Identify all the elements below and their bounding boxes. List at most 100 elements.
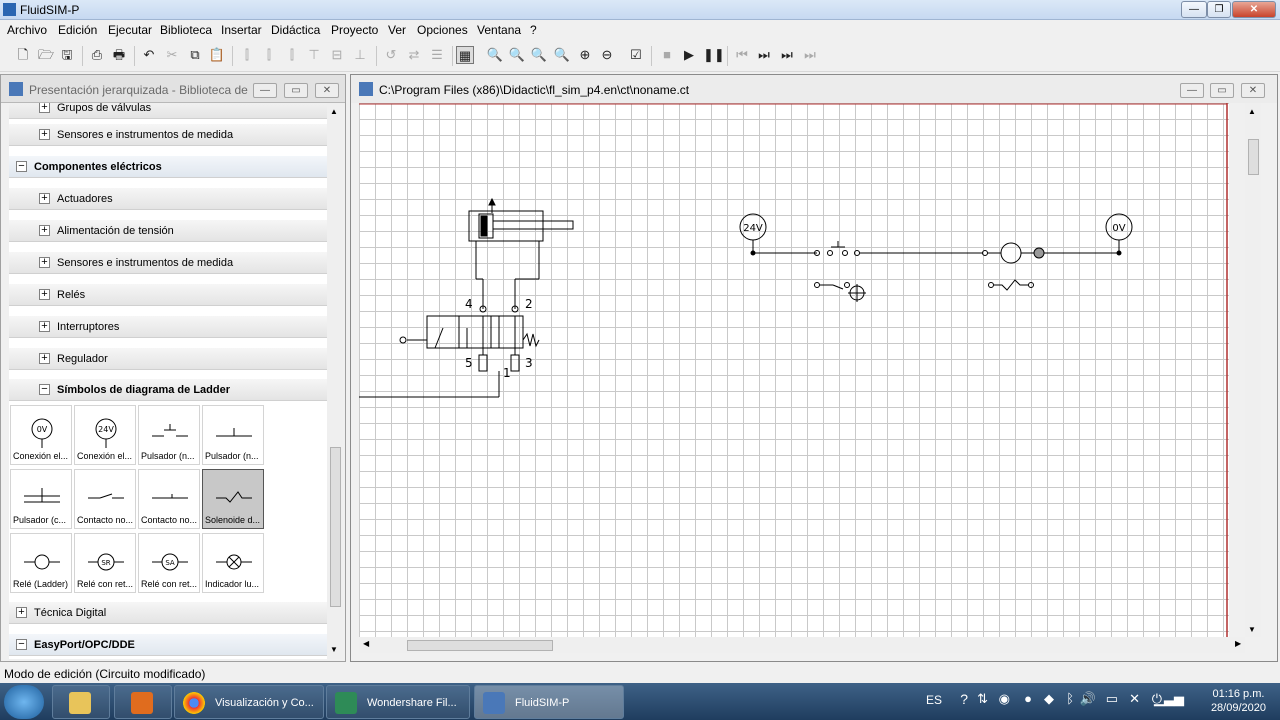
scroll-up-icon[interactable]: ▲ [1248,107,1256,116]
tree-item-sensores-electricos[interactable]: + Sensores e instrumentos de medida [9,252,327,274]
menu-archivo[interactable]: Archivo [7,23,47,37]
tree-item-reles[interactable]: + Relés [9,284,327,306]
skip-end-icon[interactable]: ⏭ [801,46,819,64]
tree-item-ladder-symbols[interactable]: − Símbolos de diagrama de Ladder [9,379,327,401]
menu-proyecto[interactable]: Proyecto [331,23,378,37]
align-left-icon[interactable]: ⫿ [238,46,256,64]
menu-edicion[interactable]: Edición [58,23,97,37]
clock[interactable]: 01:16 p.m. 28/09/2020 [1211,687,1266,715]
symbol-pushbutton-no[interactable]: Pulsador (n... [138,405,200,465]
taskbar-explorer[interactable] [52,685,110,719]
collapse-icon[interactable]: − [39,384,50,395]
circuit-diagram[interactable]: 4 2 5 1 3 24V 0V [359,103,1229,637]
expand-icon[interactable]: + [39,289,50,300]
tree-item-easyport[interactable]: − EasyPort/OPC/DDE [9,634,327,656]
symbol-pushbutton-changeover[interactable]: Pulsador (c... [10,469,72,529]
tree-item-tecnica-digital[interactable]: + Técnica Digital [9,602,327,624]
step-icon[interactable]: ⏭ [755,46,773,64]
menu-ventana[interactable]: Ventana [477,23,521,37]
zoom-out-icon[interactable]: ⊖ [598,46,616,64]
new-file-icon[interactable]: 🗋 [14,46,32,64]
tree-item-regulador[interactable]: + Regulador [9,348,327,370]
taskbar-chrome[interactable]: Visualización y Co... [174,685,324,719]
expand-icon[interactable]: + [39,129,50,140]
zoom-fit-icon[interactable]: 🔍 [530,46,548,64]
symbol-pushbutton-nc[interactable]: Pulsador (n... [202,405,264,465]
check-icon[interactable]: ☑ [627,46,645,64]
menu-biblioteca[interactable]: Biblioteca [160,23,212,37]
defender-icon[interactable]: ✕ [1129,691,1140,707]
align-right-icon[interactable]: ⫿ [283,46,301,64]
symbol-0v[interactable]: 0V Conexión el... [10,405,72,465]
stop-icon[interactable]: ■ [658,46,676,64]
expand-icon[interactable]: + [16,607,27,618]
battery-icon[interactable]: ▭ [1106,691,1118,707]
copy-icon[interactable]: ⧉ [186,46,204,64]
expand-icon[interactable]: + [39,225,50,236]
symbol-solenoid[interactable]: Solenoide d... [202,469,264,529]
tree-item-actuadores[interactable]: + Actuadores [9,188,327,210]
symbol-relay-sa[interactable]: SA Relé con ret... [138,533,200,593]
play-icon[interactable]: ▶ [680,46,698,64]
expand-icon[interactable]: + [39,353,50,364]
scroll-thumb[interactable] [407,640,553,651]
language-indicator[interactable]: ES [926,693,942,707]
tray-app-icon[interactable]: ◉ [999,691,1010,707]
library-close-button[interactable]: ✕ [315,83,339,98]
open-folder-icon[interactable]: 🗁 [37,46,55,64]
symbol-relay[interactable]: Relé (Ladder) [10,533,72,593]
mirror-icon[interactable]: ☰ [428,46,446,64]
library-minimize-button[interactable]: — [253,83,277,98]
scroll-down-icon[interactable]: ▼ [1248,625,1256,634]
expand-icon[interactable]: + [39,193,50,204]
symbol-contact-no[interactable]: Contacto no... [74,469,136,529]
align-top-icon[interactable]: ⊤ [305,46,323,64]
collapse-icon[interactable]: − [16,639,27,650]
scroll-up-icon[interactable]: ▲ [330,107,338,116]
tree-item-interruptores[interactable]: + Interruptores [9,316,327,338]
tree-item-componentes-electricos[interactable]: − Componentes eléctricos [9,156,327,178]
rotate-icon[interactable]: ↺ [382,46,400,64]
preview-icon[interactable]: ⎙ [88,46,106,64]
reset-icon[interactable]: ⏮ [733,46,751,64]
scroll-thumb[interactable] [1248,139,1259,175]
step-to-end-icon[interactable]: ⏭ [778,46,796,64]
symbol-24v[interactable]: 24V Conexión el... [74,405,136,465]
tree-item-alimentacion[interactable]: + Alimentación de tensión [9,220,327,242]
symbol-lamp[interactable]: Indicador lu... [202,533,264,593]
circuit-vertical-scrollbar[interactable]: ▲ ▼ [1245,103,1261,637]
print-icon[interactable]: 🖶 [110,46,128,64]
expand-icon[interactable]: + [39,321,50,332]
menu-ver[interactable]: Ver [388,23,406,37]
symbol-contact-nc[interactable]: Contacto no... [138,469,200,529]
taskbar-media-player[interactable] [114,685,172,719]
align-middle-icon[interactable]: ⊟ [328,46,346,64]
circuit-restore-button[interactable]: ▭ [1210,83,1234,98]
menu-ejecutar[interactable]: Ejecutar [108,23,152,37]
grid-toggle-icon[interactable]: ▦ [456,46,474,64]
zoom-window-icon[interactable]: 🔍 [508,46,526,64]
align-center-icon[interactable]: ⫿ [260,46,278,64]
circuit-horizontal-scrollbar[interactable]: ◀ ▶ [359,637,1245,653]
scroll-left-icon[interactable]: ◀ [363,639,369,648]
align-bottom-icon[interactable]: ⊥ [351,46,369,64]
signal-icon[interactable]: ▁▃▅ [1154,691,1184,707]
zoom-in-icon[interactable]: ⊕ [576,46,594,64]
minimize-button[interactable]: — [1181,1,1207,18]
start-button[interactable] [4,685,44,719]
symbol-relay-sr[interactable]: SR Relé con ret... [74,533,136,593]
circuit-close-button[interactable]: ✕ [1241,83,1265,98]
menu-opciones[interactable]: Opciones [417,23,468,37]
menu-insertar[interactable]: Insertar [221,23,262,37]
restore-button[interactable]: ❐ [1207,1,1231,18]
zoom-100-icon[interactable]: 🔍 [486,46,504,64]
tree-item-grupos-valvulas[interactable]: + Grupos de válvulas [9,103,327,119]
network-icon[interactable]: ⇅ [977,691,988,707]
collapse-icon[interactable]: − [16,161,27,172]
library-restore-button[interactable]: ▭ [284,83,308,98]
expand-icon[interactable]: + [39,103,50,113]
flip-icon[interactable]: ⇄ [405,46,423,64]
help-icon[interactable]: ? [960,691,968,707]
zoom-page-icon[interactable]: 🔍 [553,46,571,64]
pause-icon[interactable]: ❚❚ [703,46,725,64]
